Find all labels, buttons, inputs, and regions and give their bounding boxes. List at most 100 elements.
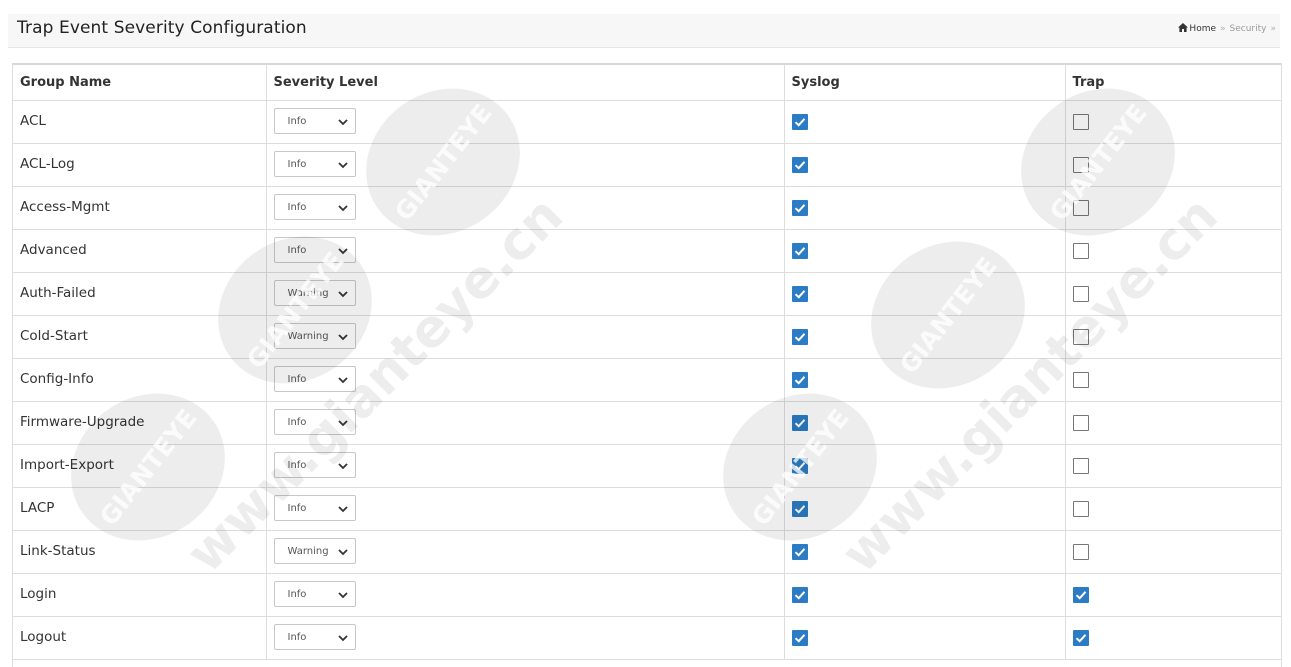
- severity-level-select[interactable]: Info: [273, 366, 356, 392]
- group-name: Login: [20, 586, 57, 602]
- syslog-checkbox[interactable]: [791, 243, 808, 259]
- syslog-checkbox[interactable]: [791, 329, 808, 345]
- trap-checkbox[interactable]: [1072, 415, 1089, 431]
- syslog-checkbox[interactable]: [791, 415, 808, 431]
- syslog-checkbox[interactable]: [791, 501, 808, 517]
- chevron-down-icon: [337, 246, 349, 256]
- page-title: Trap Event Severity Configuration: [17, 18, 307, 38]
- severity-level-select[interactable]: Warning: [273, 323, 356, 349]
- syslog-checkbox[interactable]: [791, 587, 808, 603]
- home-icon[interactable]: [1178, 23, 1189, 35]
- severity-level-select[interactable]: Info: [273, 581, 356, 607]
- table-row: Logout Info: [13, 616, 1281, 660]
- table-row: Advanced Info: [13, 229, 1281, 273]
- group-name: Link-Status: [20, 543, 96, 559]
- trap-checkbox[interactable]: [1072, 286, 1089, 302]
- chevron-down-icon: [337, 418, 349, 428]
- chevron-down-icon: [337, 504, 349, 514]
- column-header-syslog: Syslog: [783, 65, 1066, 101]
- group-name: Access-Mgmt: [20, 199, 110, 215]
- chevron-down-icon: [337, 461, 349, 471]
- severity-level-select[interactable]: Info: [273, 151, 356, 177]
- chevron-down-icon: [337, 332, 349, 342]
- breadcrumb-current[interactable]: Security: [1230, 24, 1267, 34]
- group-name: Logout: [20, 629, 67, 645]
- severity-level-value: Warning: [287, 546, 329, 557]
- severity-level-select[interactable]: Info: [273, 108, 356, 134]
- trap-checkbox[interactable]: [1072, 114, 1089, 130]
- severity-level-value: Info: [287, 460, 307, 471]
- table-row: Login Info: [13, 573, 1281, 617]
- table-row: LACP Info: [13, 487, 1281, 531]
- severity-level-select[interactable]: Info: [273, 495, 356, 521]
- syslog-checkbox[interactable]: [791, 458, 808, 474]
- severity-level-select[interactable]: Warning: [273, 280, 356, 306]
- table-header-row: Group Name Severity Level Syslog Trap: [13, 65, 1281, 101]
- group-name: Auth-Failed: [20, 285, 96, 301]
- column-header-severity-level: Severity Level: [265, 65, 785, 101]
- breadcrumb-separator: »: [1220, 24, 1226, 34]
- severity-level-select[interactable]: Info: [273, 237, 356, 263]
- syslog-checkbox[interactable]: [791, 544, 808, 560]
- table-row: Config-Info Info: [13, 358, 1281, 402]
- group-name: Firmware-Upgrade: [20, 414, 145, 430]
- group-name: Cold-Start: [20, 328, 88, 344]
- table-row: Cold-Start Warning: [13, 315, 1281, 359]
- severity-level-select[interactable]: Info: [273, 452, 356, 478]
- severity-level-select[interactable]: Info: [273, 194, 356, 220]
- syslog-checkbox[interactable]: [791, 372, 808, 388]
- trap-checkbox[interactable]: [1072, 243, 1089, 259]
- column-header-group-name: Group Name: [13, 65, 267, 101]
- severity-level-value: Info: [287, 159, 307, 170]
- breadcrumb: Home» Security»: [1178, 23, 1280, 35]
- trap-checkbox[interactable]: [1072, 200, 1089, 216]
- severity-level-value: Info: [287, 116, 307, 127]
- severity-level-select[interactable]: Info: [273, 409, 356, 435]
- severity-level-select[interactable]: Warning: [273, 538, 356, 564]
- severity-level-value: Info: [287, 632, 307, 643]
- chevron-down-icon: [337, 590, 349, 600]
- trap-checkbox[interactable]: [1072, 458, 1089, 474]
- breadcrumb-separator: »: [1270, 24, 1276, 34]
- group-name: LACP: [20, 500, 55, 516]
- breadcrumb-home-link[interactable]: Home: [1189, 24, 1216, 34]
- syslog-checkbox[interactable]: [791, 286, 808, 302]
- trap-checkbox[interactable]: [1072, 630, 1089, 646]
- group-name: Import-Export: [20, 457, 114, 473]
- syslog-checkbox[interactable]: [791, 630, 808, 646]
- trap-checkbox[interactable]: [1072, 329, 1089, 345]
- severity-level-value: Info: [287, 202, 307, 213]
- chevron-down-icon: [337, 547, 349, 557]
- group-name: Config-Info: [20, 371, 94, 387]
- group-name: ACL-Log: [20, 156, 75, 172]
- chevron-down-icon: [337, 289, 349, 299]
- syslog-checkbox[interactable]: [791, 200, 808, 216]
- table-row: Auth-Failed Warning: [13, 272, 1281, 316]
- severity-level-select[interactable]: Info: [273, 624, 356, 650]
- trap-severity-table: Group Name Severity Level Syslog Trap AC…: [12, 63, 1282, 667]
- severity-level-value: Info: [287, 503, 307, 514]
- chevron-down-icon: [337, 633, 349, 643]
- trap-checkbox[interactable]: [1072, 501, 1089, 517]
- severity-level-value: Info: [287, 417, 307, 428]
- table-row: Link-Status Warning: [13, 530, 1281, 574]
- syslog-checkbox[interactable]: [791, 114, 808, 130]
- table-row: Import-Export Info: [13, 444, 1281, 488]
- table-row: Access-Mgmt Info: [13, 186, 1281, 230]
- chevron-down-icon: [337, 375, 349, 385]
- chevron-down-icon: [337, 160, 349, 170]
- trap-checkbox[interactable]: [1072, 157, 1089, 173]
- page-header: Trap Event Severity Configuration Home» S…: [8, 14, 1280, 48]
- table-body: ACL Info ACL-Log Info Access-Mgmt Info Advance…: [13, 100, 1281, 660]
- trap-checkbox[interactable]: [1072, 372, 1089, 388]
- syslog-checkbox[interactable]: [791, 157, 808, 173]
- table-row: ACL Info: [13, 100, 1281, 144]
- trap-checkbox[interactable]: [1072, 544, 1089, 560]
- severity-level-value: Info: [287, 589, 307, 600]
- group-name: ACL: [20, 113, 46, 129]
- table-row: ACL-Log Info: [13, 143, 1281, 187]
- severity-level-value: Warning: [287, 331, 329, 342]
- trap-checkbox[interactable]: [1072, 587, 1089, 603]
- column-header-trap: Trap: [1064, 65, 1281, 101]
- chevron-down-icon: [337, 203, 349, 213]
